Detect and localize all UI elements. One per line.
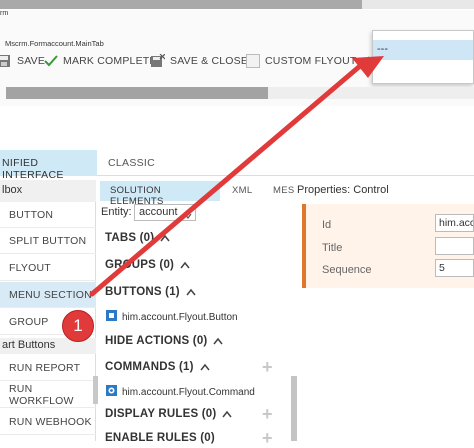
flyout-menu-item[interactable]: --- bbox=[373, 40, 473, 60]
command-list-item[interactable]: him.account.Flyout.Command bbox=[106, 385, 255, 399]
tab-xml[interactable]: XML bbox=[232, 185, 252, 196]
tab-messages[interactable]: MES bbox=[273, 185, 295, 196]
section-buttons-label: BUTTONS (1) bbox=[105, 286, 180, 298]
section-groups[interactable]: GROUPS (0) bbox=[105, 259, 190, 271]
custom-flyout-button[interactable]: CUSTOM FLYOUT bbox=[246, 52, 380, 70]
title-label: Title bbox=[322, 242, 343, 254]
ribbon-tab-path: Mscrm.Formaccount.MainTab bbox=[5, 39, 104, 48]
tab-classic[interactable]: CLASSIC bbox=[108, 157, 155, 169]
section-display-rules-label: DISPLAY RULES (0) bbox=[105, 408, 217, 420]
section-commands[interactable]: COMMANDS (1) bbox=[105, 361, 210, 373]
toolbox-item-run-webhook[interactable]: RUN WEBHOOK bbox=[0, 409, 96, 435]
entity-select[interactable]: account bbox=[134, 204, 196, 221]
save-icon bbox=[0, 54, 12, 68]
form-name: rm bbox=[0, 10, 9, 17]
save-close-label: SAVE & CLOSE bbox=[170, 55, 249, 67]
properties-title: Properties: Control bbox=[297, 184, 389, 196]
sequence-field[interactable]: 5 bbox=[435, 259, 474, 277]
chevron-down-icon bbox=[184, 210, 192, 222]
ribbon-scrollbar-track bbox=[268, 87, 474, 99]
toolbox-header: lbox bbox=[0, 180, 96, 202]
entity-label: Entity: bbox=[101, 206, 132, 218]
solution-scrollbar[interactable] bbox=[291, 376, 297, 441]
chevron-up-icon bbox=[200, 362, 210, 372]
save-close-button[interactable]: SAVE & CLOSE bbox=[151, 52, 248, 70]
save-button[interactable]: SAVE bbox=[0, 52, 45, 70]
step-number-badge: 1 bbox=[62, 310, 94, 342]
ribbon-scrollbar-thumb[interactable] bbox=[6, 87, 268, 99]
sequence-label: Sequence bbox=[322, 264, 372, 276]
checkmark-icon bbox=[44, 54, 58, 68]
toolbox-item-flyout[interactable]: FLYOUT bbox=[0, 255, 96, 281]
toolbox-item-run-workflow[interactable]: RUN WORKFLOW bbox=[0, 382, 96, 408]
top-scrollbar-track bbox=[362, 0, 474, 9]
mark-complete-label: MARK COMPLETE bbox=[63, 55, 157, 67]
toolbox-item-run-report[interactable]: RUN REPORT bbox=[0, 355, 96, 381]
section-groups-label: GROUPS (0) bbox=[105, 259, 175, 271]
custom-flyout-label: CUSTOM FLYOUT bbox=[265, 55, 357, 67]
chevron-up-icon bbox=[186, 287, 196, 297]
section-enable-rules[interactable]: ENABLE RULES (0) bbox=[105, 432, 215, 444]
section-tabs-label: TABS (0) bbox=[105, 232, 155, 244]
section-hide-actions[interactable]: HIDE ACTIONS (0) bbox=[105, 335, 224, 347]
toolbox-item-menu-section[interactable]: MENU SECTION bbox=[0, 282, 96, 308]
title-field[interactable] bbox=[435, 237, 474, 255]
chevron-up-icon bbox=[160, 233, 170, 243]
button-list-item[interactable]: him.account.Flyout.Button bbox=[106, 310, 238, 324]
command-element-icon bbox=[106, 385, 117, 399]
section-tabs[interactable]: TABS (0) bbox=[105, 232, 170, 244]
tab-unified-interface[interactable]: NIFIED INTERFACE bbox=[0, 150, 97, 181]
add-display-rule-icon[interactable]: + bbox=[262, 405, 273, 423]
toolbox-item-button[interactable]: BUTTON bbox=[0, 202, 96, 228]
chevron-up-icon bbox=[213, 336, 224, 346]
id-field[interactable]: him.acc bbox=[435, 214, 474, 232]
toolbox-item-split-button[interactable]: SPLIT BUTTON bbox=[0, 228, 96, 254]
save-close-icon bbox=[151, 53, 166, 68]
button-element-icon bbox=[106, 310, 117, 324]
section-buttons[interactable]: BUTTONS (1) bbox=[105, 286, 196, 298]
id-label: Id bbox=[322, 219, 332, 231]
command-item-label: him.account.Flyout.Command bbox=[122, 386, 255, 398]
flyout-icon bbox=[246, 54, 260, 68]
section-commands-label: COMMANDS (1) bbox=[105, 361, 194, 373]
top-scrollbar-thumb[interactable] bbox=[0, 0, 362, 9]
chevron-up-icon bbox=[180, 260, 190, 270]
mark-complete-button[interactable]: MARK COMPLETE bbox=[44, 52, 157, 70]
button-item-label: him.account.Flyout.Button bbox=[122, 311, 238, 323]
chevron-up-icon bbox=[222, 409, 232, 419]
section-display-rules[interactable]: DISPLAY RULES (0) bbox=[105, 408, 232, 420]
section-hide-actions-label: HIDE ACTIONS (0) bbox=[105, 335, 208, 347]
tab-solution-elements[interactable]: SOLUTION ELEMENTS bbox=[100, 181, 220, 207]
save-label: SAVE bbox=[17, 55, 46, 67]
add-command-icon[interactable]: + bbox=[262, 358, 273, 376]
entity-value: account bbox=[139, 206, 178, 218]
add-enable-rule-icon[interactable]: + bbox=[262, 429, 273, 447]
section-enable-rules-label: ENABLE RULES (0) bbox=[105, 432, 215, 444]
toolbox-scrollbar[interactable] bbox=[93, 376, 98, 404]
